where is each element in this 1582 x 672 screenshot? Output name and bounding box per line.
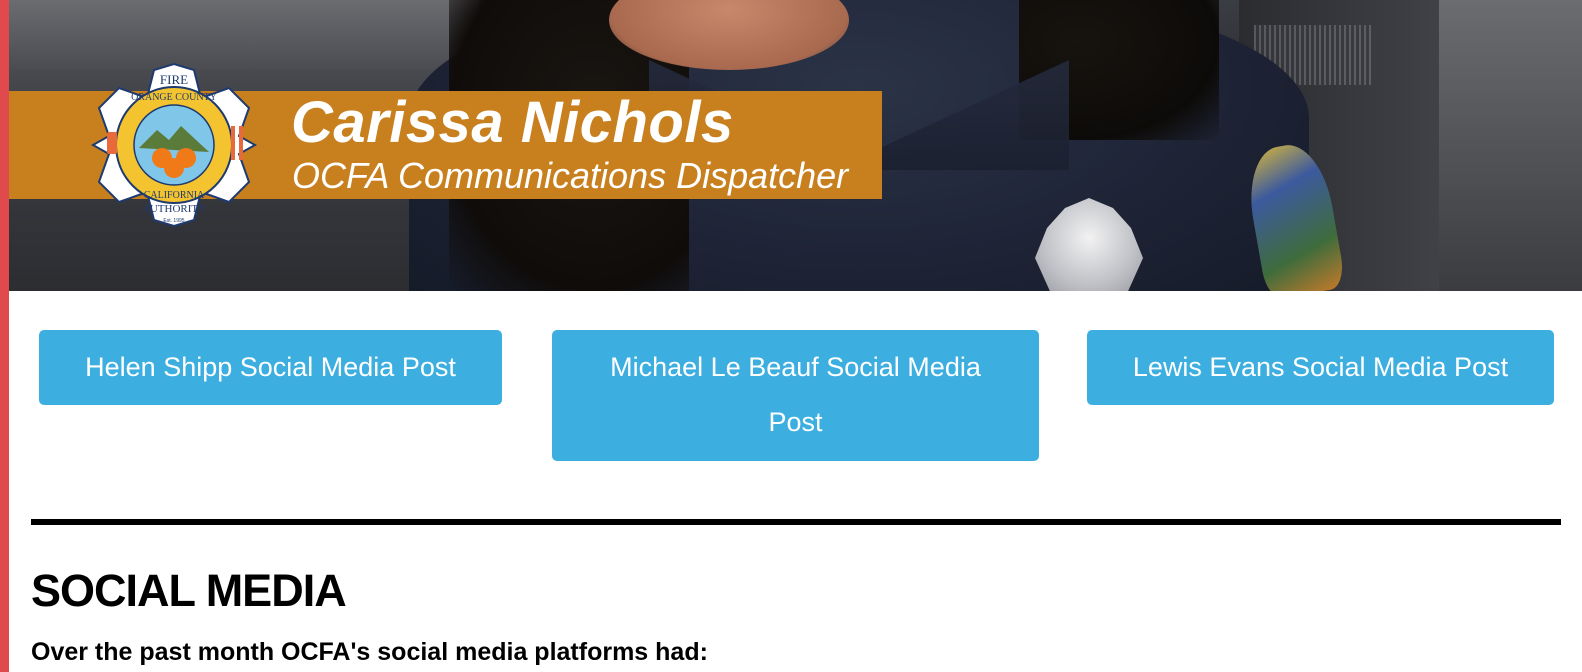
lewis-evans-post-button[interactable]: Lewis Evans Social Media Post [1087, 330, 1554, 405]
section-title: SOCIAL MEDIA [31, 565, 347, 616]
hero-video-still[interactable]: Carissa Nichols OCFA Communications Disp… [9, 0, 1582, 291]
svg-text:ORANGE COUNTY: ORANGE COUNTY [131, 92, 217, 103]
left-accent-bar [0, 0, 9, 672]
svg-text:AUTHORITY: AUTHORITY [142, 203, 206, 215]
logo-fire-text: FIRE [160, 72, 188, 87]
michael-le-beauf-post-button[interactable]: Michael Le Beauf Social Media Post [552, 330, 1039, 461]
person-title: OCFA Communications Dispatcher [292, 155, 849, 196]
svg-text:CALIFORNIA: CALIFORNIA [144, 190, 205, 201]
person-name: Carissa Nichols [291, 90, 734, 155]
ocfa-logo: FIRE ORANGE COUNTY CALIFORNIA AUTHORITY … [90, 62, 258, 228]
section-intro: Over the past month OCFA's social media … [31, 638, 708, 666]
page: Carissa Nichols OCFA Communications Disp… [0, 0, 1582, 672]
section-divider [31, 519, 1561, 525]
svg-text:Est. 1995: Est. 1995 [163, 218, 184, 224]
helen-shipp-post-button[interactable]: Helen Shipp Social Media Post [39, 330, 502, 405]
